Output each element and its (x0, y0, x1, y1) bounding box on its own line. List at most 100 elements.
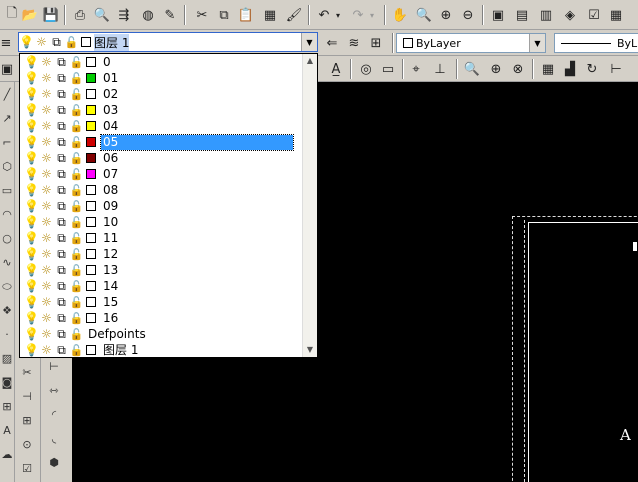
bulb-icon[interactable]: 💡 (24, 87, 39, 101)
layer-manager-icon[interactable]: ≡ (0, 33, 14, 53)
unlock-icon[interactable]: 🔓 (69, 151, 84, 165)
sun-icon[interactable]: ☼ (39, 279, 54, 293)
color-swatch[interactable] (86, 137, 96, 147)
bulb-icon[interactable]: 💡 (24, 119, 39, 133)
viewport-freeze-icon[interactable]: ⧉ (54, 343, 69, 357)
tool-palettes-icon[interactable]: ▥ (536, 5, 556, 25)
bulb-icon[interactable]: 💡 (24, 71, 39, 85)
match-properties-icon[interactable]: ▦ (260, 5, 280, 25)
polyline-icon[interactable]: ⌐ (0, 136, 14, 150)
ellipse-icon[interactable]: ⬭ (0, 280, 14, 294)
color-swatch[interactable] (86, 345, 96, 355)
sun-icon[interactable]: ☼ (39, 295, 54, 309)
viewport-freeze-icon[interactable]: ⧉ (54, 199, 69, 213)
bulb-icon[interactable]: 💡 (24, 247, 39, 261)
dim-style-icon[interactable]: ▭ (378, 59, 398, 79)
bulb-icon[interactable]: 💡 (24, 55, 39, 69)
layer-item[interactable]: 💡 ☼ ⧉ 🔓 02 (20, 86, 303, 102)
unlock-icon[interactable]: 🔓 (69, 87, 84, 101)
layer-item[interactable]: 💡 ☼ ⧉ 🔓 13 (20, 262, 303, 278)
unlock-icon[interactable]: 🔓 (69, 295, 84, 309)
properties-icon[interactable]: ▣ (488, 5, 508, 25)
cut-icon[interactable]: ✂ (192, 5, 212, 25)
sun-icon[interactable]: ☼ (39, 167, 54, 181)
color-swatch[interactable] (86, 169, 96, 179)
bulb-icon[interactable]: 💡 (24, 103, 39, 117)
viewport-freeze-icon[interactable]: ⧉ (54, 119, 69, 133)
sun-icon[interactable]: ☼ (39, 231, 54, 245)
layer-item[interactable]: 💡 ☼ ⧉ 🔓 07 (20, 166, 303, 182)
layer-item[interactable]: 💡 ☼ ⧉ 🔓 04 (20, 118, 303, 134)
color-swatch[interactable] (86, 281, 96, 291)
unlock-icon[interactable]: 🔓 (69, 55, 84, 69)
layer-previous-icon[interactable]: ≋ (344, 33, 364, 53)
chart-icon[interactable]: ▟ (560, 59, 580, 79)
table-icon[interactable]: ⊞ (0, 400, 14, 414)
layer-item[interactable]: 💡 ☼ ⧉ 🔓 11 (20, 230, 303, 246)
scroll-down-icon[interactable]: ▼ (303, 343, 317, 357)
revcloud-icon[interactable]: ☁ (0, 448, 14, 462)
dropdown-scrollbar[interactable]: ▲ ▼ (302, 54, 317, 357)
refresh-icon[interactable]: ↻ (582, 59, 602, 79)
sun-icon[interactable]: ☼ (39, 71, 54, 85)
color-swatch[interactable] (86, 153, 96, 163)
design-center-icon[interactable]: ▤ (512, 5, 532, 25)
3d-dwf-icon[interactable]: ◍ (138, 5, 158, 25)
unlock-icon[interactable]: 🔓 (69, 135, 84, 149)
color-swatch[interactable] (86, 265, 96, 275)
print-icon[interactable]: ⎙ (70, 5, 90, 25)
bulb-icon[interactable]: 💡 (24, 167, 39, 181)
sun-icon[interactable]: ☼ (39, 263, 54, 277)
color-swatch[interactable] (86, 233, 96, 243)
zoom-window-icon[interactable]: ⊕ (436, 5, 456, 25)
color-swatch[interactable] (86, 121, 96, 131)
color-swatch[interactable] (86, 185, 96, 195)
layer-item[interactable]: 💡 ☼ ⧉ 🔓 12 (20, 246, 303, 262)
line-icon[interactable]: ╱ (0, 88, 14, 102)
dim-arc-icon[interactable]: ◜ (47, 408, 61, 422)
zoom-previous-icon[interactable]: ⊖ (458, 5, 478, 25)
color-swatch[interactable] (86, 73, 96, 83)
save-icon[interactable]: 💾 (41, 5, 61, 25)
markup-icon[interactable]: ☑ (584, 5, 604, 25)
linetype-control-combo[interactable]: ByLayer ▼ (396, 33, 546, 53)
layer-states-icon[interactable]: ⊞ (366, 33, 386, 53)
unlock-icon[interactable]: 🔓 (69, 279, 84, 293)
viewport-freeze-icon[interactable]: ⧉ (54, 103, 69, 117)
unlock-icon[interactable]: 🔓 (69, 167, 84, 181)
chevron-down-icon[interactable]: ▼ (529, 34, 545, 52)
viewport-freeze-icon[interactable]: ⧉ (54, 215, 69, 229)
extend-icon[interactable]: ⊣ (20, 390, 34, 404)
layer-dropdown-list[interactable]: 💡 ☼ ⧉ 🔓 0 💡 ☼ ⧉ 🔓 01 💡 ☼ ⧉ 🔓 02 💡 ☼ ⧉ 🔓 03 💡 ☼ ⧉ 🔓 04 💡 ☼ ⧉ 🔓 05 💡 ☼ ⧉ 🔓 0… (19, 53, 318, 358)
print-preview-icon[interactable]: 🔍 (92, 5, 112, 25)
bulb-icon[interactable]: 💡 (24, 151, 39, 165)
sun-icon[interactable]: ☼ (39, 215, 54, 229)
unlock-icon[interactable]: 🔓 (69, 263, 84, 277)
bulb-icon[interactable]: 💡 (24, 343, 39, 357)
color-swatch[interactable] (86, 89, 96, 99)
dim-radius-icon[interactable]: ◟ (47, 432, 61, 446)
bulb-icon[interactable]: 💡 (24, 199, 39, 213)
viewport-freeze-icon[interactable]: ⧉ (54, 87, 69, 101)
region-icon[interactable]: ◙ (0, 376, 14, 390)
redo-dropdown-icon[interactable]: ▾ (367, 5, 377, 25)
lineweight-control-combo[interactable]: ByL (554, 33, 638, 53)
explode-icon[interactable]: ⊙ (20, 438, 34, 452)
layer-item[interactable]: 💡 ☼ ⧉ 🔓 01 (20, 70, 303, 86)
dim-update-icon[interactable]: ◎ (356, 59, 376, 79)
layer-item[interactable]: 💡 ☼ ⧉ 🔓 图层 1 (20, 342, 303, 357)
unlock-icon[interactable]: 🔓 (69, 183, 84, 197)
break-icon[interactable]: ⊞ (20, 414, 34, 428)
bulb-icon[interactable]: 💡 (24, 183, 39, 197)
arc-icon[interactable]: ◠ (0, 208, 14, 222)
layer-item[interactable]: 💡 ☼ ⧉ 🔓 03 (20, 102, 303, 118)
dim-linear-icon[interactable]: ⊢ (606, 59, 626, 79)
unlock-icon[interactable]: 🔓 (69, 247, 84, 261)
unlock-icon[interactable]: 🔓 (69, 199, 84, 213)
bulb-icon[interactable]: 💡 (24, 263, 39, 277)
color-swatch[interactable] (86, 57, 96, 67)
sun-icon[interactable]: ☼ (39, 55, 54, 69)
block-icon[interactable]: ❖ (0, 304, 14, 318)
undo-dropdown-icon[interactable]: ▾ (333, 5, 343, 25)
pan-icon[interactable]: ✋ (390, 5, 410, 25)
